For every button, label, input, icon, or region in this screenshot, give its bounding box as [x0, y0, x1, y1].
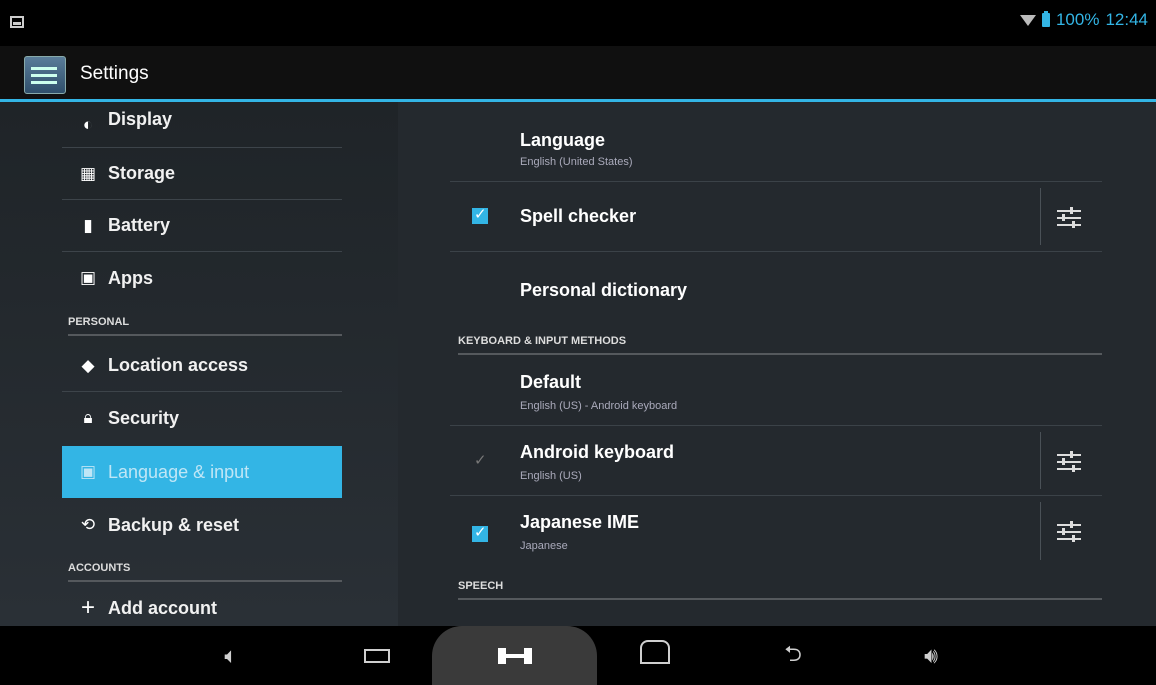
- spell-checker-settings-icon[interactable]: [1054, 204, 1084, 232]
- settings-app-icon[interactable]: [24, 56, 66, 94]
- sidebar-item-storage[interactable]: ▦ Storage: [62, 148, 342, 200]
- language-title: Language: [520, 130, 606, 150]
- lock-icon: 🔒︎: [83, 408, 93, 427]
- japanese-ime-title: Japanese IME: [520, 512, 640, 532]
- default-subtitle: English (US) - Android keyboard: [520, 400, 678, 412]
- wifi-icon: [1019, 14, 1036, 26]
- system-nav-bar: 🔈︎ ⮌ 🔊︎: [0, 626, 1156, 685]
- japanese-ime-checkbox[interactable]: [472, 523, 488, 542]
- language-subtitle: English (United States): [520, 156, 633, 168]
- section-header-speech: SPEECH: [458, 580, 1102, 600]
- clock: 12:44: [1105, 10, 1148, 29]
- japanese-ime-row[interactable]: Japanese IME Japanese: [450, 496, 1102, 566]
- sidebar-item-display[interactable]: ◐ Display: [62, 102, 342, 148]
- personal-dictionary-row[interactable]: Personal dictionary: [450, 252, 1102, 326]
- sidebar-item-battery[interactable]: ▮ Battery: [62, 200, 342, 252]
- default-title: Default: [520, 372, 582, 392]
- recent-apps-icon[interactable]: [342, 626, 412, 685]
- sidebar-item-label: Display: [108, 109, 173, 129]
- battery-percent: 100%: [1055, 10, 1100, 29]
- storage-icon: ▦: [79, 163, 97, 183]
- android-keyboard-checkbox[interactable]: [472, 451, 488, 470]
- volume-down-icon[interactable]: 🔈︎: [196, 626, 266, 685]
- sidebar-item-label: Language & input: [108, 461, 250, 482]
- sidebar-item-label: Location access: [108, 355, 249, 375]
- default-keyboard-row[interactable]: Default English (US) - Android keyboard: [450, 358, 1102, 426]
- spell-checker-checkbox[interactable]: [472, 205, 488, 224]
- sidebar-item-label: Add account: [108, 597, 218, 618]
- settings-content: Language English (United States) Spell c…: [398, 102, 1156, 626]
- sidebar-item-backup-reset[interactable]: ⟲ Backup & reset: [62, 500, 342, 550]
- row-divider: [1040, 432, 1041, 489]
- battery-icon: ▮: [83, 215, 93, 235]
- backup-icon: ⟲: [80, 515, 96, 534]
- row-divider: [1040, 502, 1041, 560]
- plus-icon: +: [80, 594, 95, 621]
- apps-icon: ▣: [79, 268, 97, 287]
- android-keyboard-subtitle: English (US): [520, 470, 582, 482]
- japanese-ime-subtitle: Japanese: [520, 540, 568, 552]
- section-header-personal: PERSONAL: [68, 316, 342, 336]
- sidebar-item-apps[interactable]: ▣ Apps: [62, 252, 342, 304]
- location-icon: ◆: [81, 355, 95, 375]
- settings-sidebar: ◐ Display ▦ Storage ▮ Battery ▣ Apps PER…: [0, 102, 398, 626]
- page-title: Settings: [80, 63, 149, 84]
- notification-icon: [10, 16, 24, 28]
- android-keyboard-row[interactable]: Android keyboard English (US): [450, 426, 1102, 496]
- spell-checker-title: Spell checker: [520, 206, 637, 226]
- back-icon[interactable]: ⮌: [758, 626, 828, 685]
- section-header-keyboard: KEYBOARD & INPUT METHODS: [458, 335, 1102, 355]
- display-icon: ◐: [82, 114, 94, 134]
- row-divider: [1040, 188, 1041, 245]
- sidebar-item-add-account[interactable]: + Add account: [62, 586, 342, 626]
- android-keyboard-title: Android keyboard: [520, 442, 675, 462]
- screenshot-icon[interactable]: [480, 626, 550, 685]
- spell-checker-row[interactable]: Spell checker: [450, 182, 1102, 252]
- language-icon: ▣: [79, 462, 97, 481]
- home-icon[interactable]: [620, 626, 690, 685]
- language-row[interactable]: Language English (United States): [450, 116, 1102, 182]
- android-keyboard-settings-icon[interactable]: [1054, 448, 1084, 476]
- sidebar-item-label: Security: [108, 407, 180, 428]
- sidebar-item-location[interactable]: ◆ Location access: [62, 340, 342, 392]
- sidebar-item-label: Backup & reset: [108, 514, 240, 535]
- battery-icon: [1041, 11, 1050, 27]
- sidebar-item-label: Storage: [108, 163, 176, 183]
- sidebar-item-language-input[interactable]: ▣ Language & input: [62, 446, 342, 498]
- personal-dictionary-title: Personal dictionary: [520, 280, 688, 300]
- sidebar-item-label: Apps: [108, 267, 153, 288]
- status-bar: 100% 12:44: [0, 0, 1156, 46]
- status-indicators: 100% 12:44: [1019, 10, 1148, 30]
- sidebar-item-security[interactable]: 🔒︎ Security: [62, 392, 342, 444]
- section-header-accounts: ACCOUNTS: [68, 562, 342, 582]
- volume-up-icon[interactable]: 🔊︎: [896, 626, 966, 685]
- action-bar: Settings: [0, 46, 1156, 102]
- sidebar-item-label: Battery: [108, 215, 171, 235]
- japanese-ime-settings-icon[interactable]: [1054, 518, 1084, 546]
